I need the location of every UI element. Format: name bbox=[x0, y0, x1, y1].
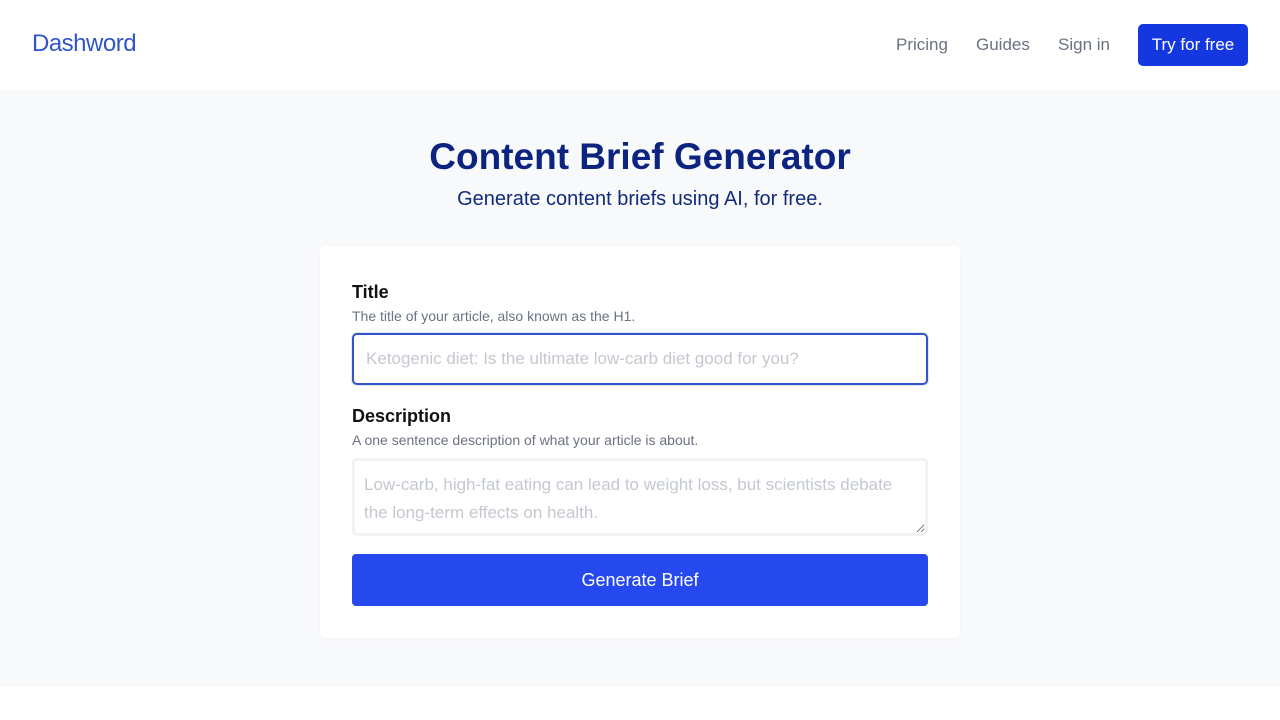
page-title: Content Brief Generator bbox=[429, 136, 851, 177]
title-field-label: Title bbox=[352, 282, 389, 302]
nav-link-sign-in[interactable]: Sign in bbox=[1058, 35, 1110, 55]
try-for-free-button[interactable]: Try for free bbox=[1138, 24, 1248, 66]
title-field-help: The title of your article, also known as… bbox=[352, 308, 636, 324]
description-field-label: Description bbox=[352, 406, 452, 426]
description-textarea[interactable] bbox=[352, 458, 928, 536]
page-subtitle: Generate content briefs using AI, for fr… bbox=[457, 188, 823, 210]
description-field-help: A one sentence description of what your … bbox=[352, 432, 699, 448]
dashword-logo[interactable]: Dashword bbox=[32, 30, 137, 58]
generate-brief-button[interactable]: Generate Brief bbox=[352, 554, 928, 606]
nav-link-pricing[interactable]: Pricing bbox=[896, 35, 948, 55]
title-input[interactable] bbox=[352, 333, 928, 385]
brief-form-card: Title The title of your article, also kn… bbox=[320, 246, 960, 638]
top-navbar: Dashword Pricing Guides Sign in Try for … bbox=[0, 0, 1280, 90]
nav-link-guides[interactable]: Guides bbox=[976, 35, 1030, 55]
main-content: Content Brief Generator Generate content… bbox=[0, 90, 1280, 687]
